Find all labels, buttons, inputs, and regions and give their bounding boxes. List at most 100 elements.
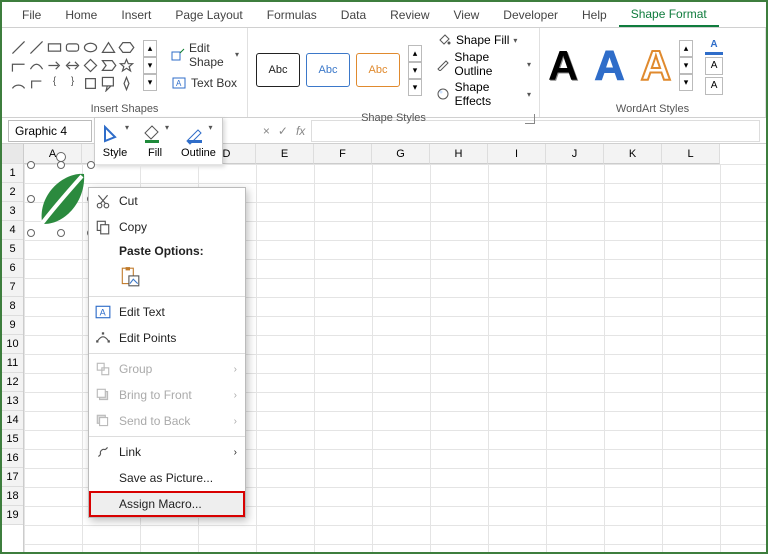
row-header[interactable]: 2 bbox=[2, 183, 23, 202]
shape-brace-icon[interactable]: { bbox=[46, 75, 63, 92]
wordart-preset-3[interactable]: A bbox=[641, 42, 671, 90]
resize-handle[interactable] bbox=[27, 229, 35, 237]
tab-file[interactable]: File bbox=[10, 4, 53, 26]
resize-handle[interactable] bbox=[27, 195, 35, 203]
text-outline-icon[interactable]: A bbox=[705, 57, 723, 75]
row-header[interactable]: 15 bbox=[2, 430, 23, 449]
shape-outline-button[interactable]: Shape Outline ▾ bbox=[436, 50, 531, 78]
shape-rect-icon[interactable] bbox=[46, 39, 63, 56]
shape-bracket-icon[interactable] bbox=[82, 75, 99, 92]
leaf-icon[interactable] bbox=[32, 166, 90, 232]
resize-handle[interactable] bbox=[57, 229, 65, 237]
ctx-cut[interactable]: Cut bbox=[89, 188, 245, 214]
resize-handle[interactable] bbox=[57, 161, 65, 169]
row-header[interactable]: 9 bbox=[2, 316, 23, 335]
styles-more-icon[interactable]: ▾ bbox=[408, 79, 422, 96]
wordart-preset-1[interactable]: A bbox=[548, 42, 578, 90]
row-header[interactable]: 13 bbox=[2, 392, 23, 411]
shape-hex-icon[interactable] bbox=[118, 39, 135, 56]
row-header[interactable]: 5 bbox=[2, 240, 23, 259]
tab-review[interactable]: Review bbox=[378, 4, 441, 26]
row-header[interactable]: 11 bbox=[2, 354, 23, 373]
tab-developer[interactable]: Developer bbox=[491, 4, 570, 26]
col-header[interactable]: J bbox=[546, 144, 604, 164]
shape-chev-icon[interactable] bbox=[100, 57, 117, 74]
ctx-save-picture[interactable]: Save as Picture... bbox=[89, 465, 245, 491]
col-header[interactable]: H bbox=[430, 144, 488, 164]
ctx-edit-points[interactable]: Edit Points bbox=[89, 325, 245, 351]
mini-outline-button[interactable]: ▾ Outline bbox=[181, 123, 216, 159]
shape-line-arrow-icon[interactable] bbox=[28, 39, 45, 56]
select-all-corner[interactable] bbox=[2, 144, 23, 164]
col-header[interactable]: E bbox=[256, 144, 314, 164]
shape-line-icon[interactable] bbox=[10, 39, 27, 56]
shape-rrect-icon[interactable] bbox=[64, 39, 81, 56]
preset-1[interactable]: Abc bbox=[256, 53, 300, 87]
shape-diamond-icon[interactable] bbox=[82, 57, 99, 74]
styles-scroll-down-icon[interactable]: ▾ bbox=[408, 62, 422, 79]
gallery-more-icon[interactable]: ▾ bbox=[143, 74, 157, 91]
tab-help[interactable]: Help bbox=[570, 4, 619, 26]
mini-style-button[interactable]: ▾ Style bbox=[101, 123, 129, 159]
shape-darrow-icon[interactable] bbox=[64, 57, 81, 74]
dialog-launcher-icon[interactable] bbox=[525, 114, 535, 124]
tab-data[interactable]: Data bbox=[329, 4, 378, 26]
row-header[interactable]: 1 bbox=[2, 164, 23, 183]
gallery-scroll-down-icon[interactable]: ▾ bbox=[143, 57, 157, 74]
shape-star-icon[interactable] bbox=[118, 57, 135, 74]
gallery-scroll-up-icon[interactable]: ▴ bbox=[143, 40, 157, 57]
tab-home[interactable]: Home bbox=[53, 4, 109, 26]
row-header[interactable]: 7 bbox=[2, 278, 23, 297]
text-fill-icon[interactable]: A bbox=[705, 37, 723, 55]
shape-elbow-icon[interactable] bbox=[10, 57, 27, 74]
style-presets[interactable]: Abc Abc Abc bbox=[256, 53, 400, 87]
row-header[interactable]: 8 bbox=[2, 297, 23, 316]
ctx-assign-macro[interactable]: Assign Macro... bbox=[89, 491, 245, 517]
shape-effects-button[interactable]: Shape Effects ▾ bbox=[436, 80, 531, 108]
resize-handle[interactable] bbox=[27, 161, 35, 169]
shape-triangle-icon[interactable] bbox=[100, 39, 117, 56]
tab-shape-format[interactable]: Shape Format bbox=[619, 3, 719, 27]
col-header[interactable]: L bbox=[662, 144, 720, 164]
styles-scroll-up-icon[interactable]: ▴ bbox=[408, 45, 422, 62]
row-header[interactable]: 19 bbox=[2, 506, 23, 525]
ctx-copy[interactable]: Copy bbox=[89, 214, 245, 240]
shape-callout-icon[interactable] bbox=[100, 75, 117, 92]
preset-2[interactable]: Abc bbox=[306, 53, 350, 87]
name-box[interactable] bbox=[8, 120, 92, 142]
edit-shape-button[interactable]: Edit Shape ▾ bbox=[171, 41, 239, 69]
resize-handle[interactable] bbox=[87, 161, 95, 169]
ctx-link[interactable]: Link › bbox=[89, 439, 245, 465]
wordart-presets[interactable]: A A A bbox=[548, 42, 671, 90]
selected-shape[interactable] bbox=[32, 166, 90, 232]
shape-arc-icon[interactable] bbox=[10, 75, 27, 92]
row-header[interactable]: 6 bbox=[2, 259, 23, 278]
wordart-more-icon[interactable]: ▾ bbox=[679, 74, 693, 91]
row-header[interactable]: 16 bbox=[2, 449, 23, 468]
col-header[interactable]: G bbox=[372, 144, 430, 164]
wordart-scroll-up-icon[interactable]: ▴ bbox=[679, 40, 693, 57]
shapes-gallery[interactable]: { } bbox=[10, 39, 135, 92]
shape-arrow-icon[interactable] bbox=[46, 57, 63, 74]
styles-scroll[interactable]: ▴ ▾ ▾ bbox=[408, 45, 422, 96]
preset-3[interactable]: Abc bbox=[356, 53, 400, 87]
mini-fill-button[interactable]: ▾ Fill bbox=[141, 123, 169, 159]
tab-view[interactable]: View bbox=[442, 4, 492, 26]
text-box-button[interactable]: A Text Box bbox=[171, 75, 239, 91]
tab-formulas[interactable]: Formulas bbox=[255, 4, 329, 26]
row-header[interactable]: 14 bbox=[2, 411, 23, 430]
shape-brace2-icon[interactable]: } bbox=[64, 75, 81, 92]
row-header[interactable]: 17 bbox=[2, 468, 23, 487]
row-header[interactable]: 4 bbox=[2, 221, 23, 240]
ctx-paste-picture[interactable] bbox=[89, 260, 245, 294]
tab-insert[interactable]: Insert bbox=[109, 4, 163, 26]
wordart-scroll-down-icon[interactable]: ▾ bbox=[679, 57, 693, 74]
col-header[interactable]: F bbox=[314, 144, 372, 164]
ctx-edit-text[interactable]: A Edit Text bbox=[89, 299, 245, 325]
row-header[interactable]: 12 bbox=[2, 373, 23, 392]
shape-fill-button[interactable]: Shape Fill ▾ bbox=[436, 32, 531, 48]
gallery-scroll[interactable]: ▴ ▾ ▾ bbox=[143, 40, 157, 91]
shape-more-icon[interactable] bbox=[118, 75, 135, 92]
wordart-preset-2[interactable]: A bbox=[594, 42, 624, 90]
col-header[interactable]: I bbox=[488, 144, 546, 164]
